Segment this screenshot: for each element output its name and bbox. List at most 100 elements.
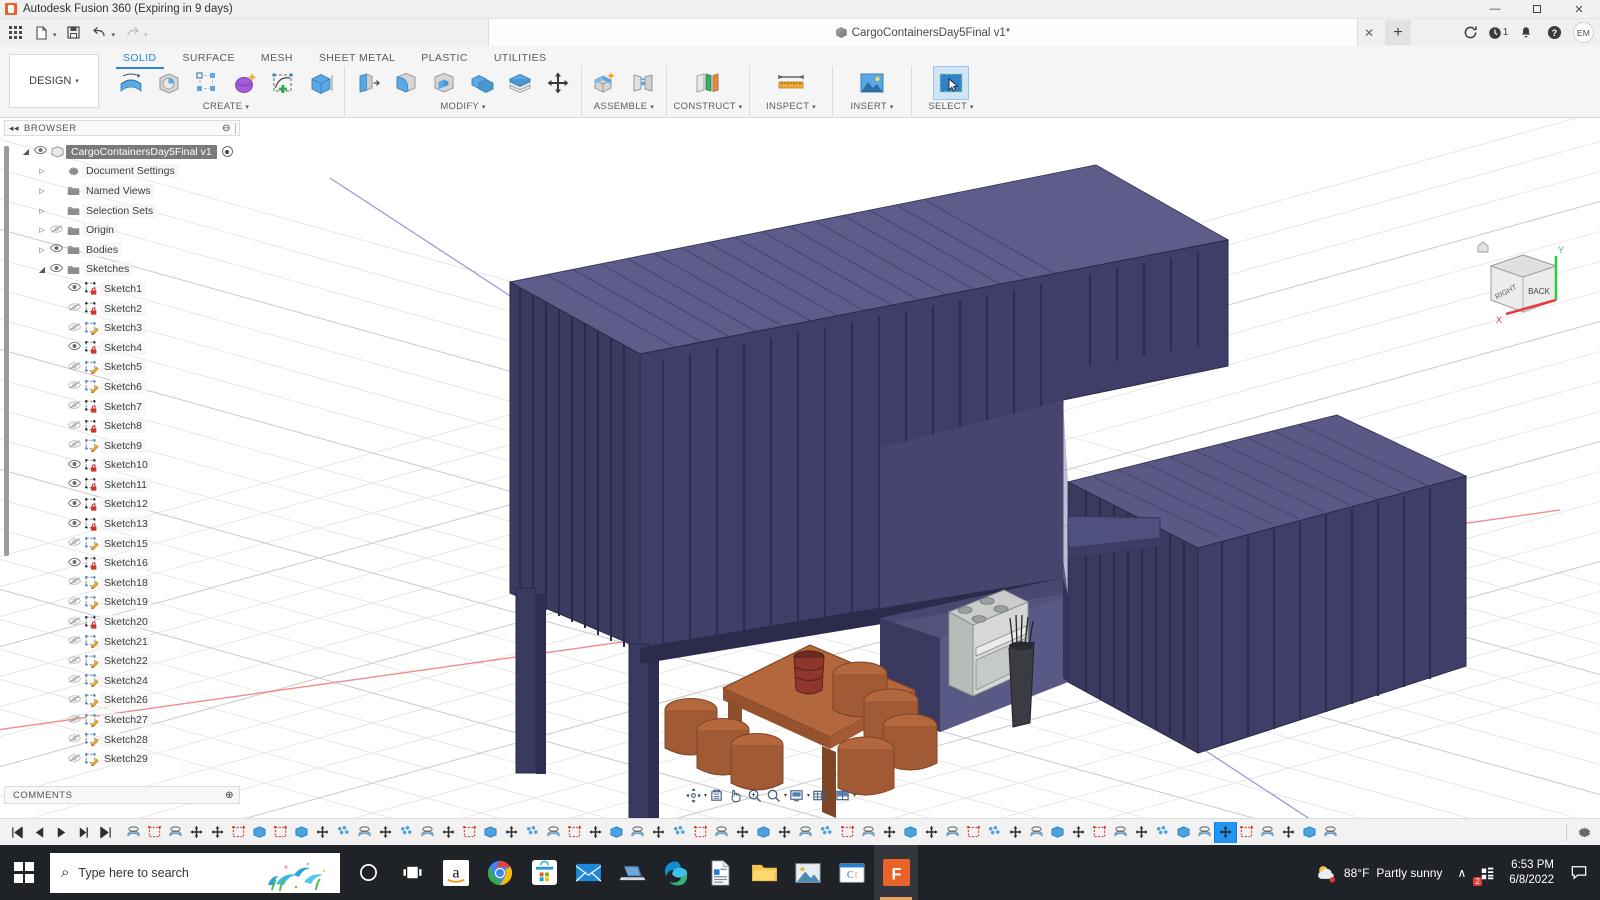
timeline-feature-node[interactable]	[774, 822, 795, 843]
timeline-go-start-icon[interactable]	[11, 826, 24, 839]
timeline-feature-node[interactable]	[795, 822, 816, 843]
browser-group-sketches[interactable]: ◢ Sketches	[6, 260, 246, 280]
create-box-icon[interactable]	[304, 67, 338, 99]
timeline-feature-node[interactable]	[354, 822, 375, 843]
timeline-feature-node[interactable]	[1236, 822, 1257, 843]
minimize-button[interactable]: —	[1474, 0, 1516, 19]
app-grid-icon[interactable]	[4, 22, 26, 44]
browser-sketch-item[interactable]: Sketch13	[6, 514, 246, 534]
timeline-feature-node[interactable]	[333, 822, 354, 843]
timeline-feature-node[interactable]	[186, 822, 207, 843]
joint-icon[interactable]	[626, 67, 660, 99]
timeline-feature-node[interactable]	[879, 822, 900, 843]
group-expand-caret-icon[interactable]: ▷	[36, 207, 48, 215]
sketch-visibility-icon[interactable]	[66, 674, 83, 687]
timeline-feature-node[interactable]	[1089, 822, 1110, 843]
browser-sketch-item[interactable]: Sketch19	[6, 593, 246, 613]
timeline-feature-node[interactable]	[1026, 822, 1047, 843]
document-tab[interactable]: CargoContainersDay5Final v1*	[488, 19, 1358, 46]
timeline-feature-node[interactable]	[1131, 822, 1152, 843]
sketch-visibility-icon[interactable]	[66, 361, 83, 374]
sketch-visibility-icon[interactable]	[66, 518, 83, 531]
browser-sketch-item[interactable]: Sketch8	[6, 416, 246, 436]
timeline-feature-node[interactable]	[144, 822, 165, 843]
form-icon[interactable]	[228, 67, 262, 99]
document-tab-close-icon[interactable]: ✕	[1362, 26, 1376, 40]
browser-sketch-item[interactable]: Sketch10	[6, 456, 246, 476]
browser-sketch-item[interactable]: Sketch29	[6, 749, 246, 769]
panel-inspect-caret-icon[interactable]: ▾	[812, 104, 816, 111]
timeline-play-icon[interactable]	[55, 826, 68, 839]
sketch-visibility-icon[interactable]	[66, 341, 83, 354]
sketch-visibility-icon[interactable]	[66, 459, 83, 472]
panel-insert-caret-icon[interactable]: ▾	[890, 104, 894, 111]
sketch-visibility-icon[interactable]	[66, 616, 83, 629]
cortana-icon[interactable]	[346, 845, 390, 900]
job-status-icon[interactable]	[1457, 21, 1483, 45]
timeline-feature-node[interactable]	[1215, 822, 1236, 843]
timeline-feature-node[interactable]	[585, 822, 606, 843]
shell-icon[interactable]	[427, 67, 461, 99]
browser-sketch-item[interactable]: Sketch28	[6, 730, 246, 750]
timeline-feature-node[interactable]	[1257, 822, 1278, 843]
sketch-visibility-icon[interactable]	[66, 400, 83, 413]
browser-sketch-item[interactable]: Sketch2	[6, 299, 246, 319]
new-tab-button[interactable]: +	[1385, 20, 1411, 45]
comments-add-icon[interactable]: ⊕	[225, 790, 234, 801]
browser-options-icon[interactable]: ⊖	[222, 123, 231, 134]
insert-image-icon[interactable]	[855, 67, 889, 99]
sketch-visibility-icon[interactable]	[66, 478, 83, 491]
group-expand-caret-icon[interactable]: ▷	[36, 167, 48, 175]
undo-caret[interactable]: ▾	[112, 26, 116, 39]
browser-root-node[interactable]: ◢ CargoContainersDay5Final v1	[6, 142, 246, 162]
timeline-feature-node[interactable]	[228, 822, 249, 843]
panel-assemble-caret-icon[interactable]: ▾	[650, 104, 654, 111]
browser-sketch-item[interactable]: Sketch11	[6, 475, 246, 495]
file-explorer-icon[interactable]	[742, 845, 786, 900]
timeline-feature-node[interactable]	[249, 822, 270, 843]
group-visibility-icon[interactable]	[48, 263, 65, 276]
timeline-feature-node[interactable]	[984, 822, 1005, 843]
timeline-feature-node[interactable]	[1299, 822, 1320, 843]
timeline-feature-node[interactable]	[753, 822, 774, 843]
browser-sketch-item[interactable]: Sketch15	[6, 534, 246, 554]
timeline-feature-node[interactable]	[1068, 822, 1089, 843]
browser-sketch-item[interactable]: Sketch9	[6, 436, 246, 456]
extrude-icon[interactable]	[114, 67, 148, 99]
panel-select-label[interactable]: SELECT	[928, 101, 967, 112]
workspace-switcher[interactable]: DESIGN ▾	[9, 54, 99, 108]
timeline-settings-gear-icon[interactable]	[1577, 825, 1592, 840]
sketch-visibility-icon[interactable]	[66, 380, 83, 393]
timeline-feature-node[interactable]	[627, 822, 648, 843]
timeline-feature-node[interactable]	[564, 822, 585, 843]
browser-sketch-item[interactable]: Sketch12	[6, 495, 246, 515]
viewports-caret-icon[interactable]: ▾	[853, 792, 856, 799]
browser-sketch-item[interactable]: Sketch7	[6, 397, 246, 417]
fillet-icon[interactable]	[389, 67, 423, 99]
timeline-feature-node[interactable]	[942, 822, 963, 843]
recent-activity-icon[interactable]: 1	[1485, 21, 1511, 45]
save-icon[interactable]	[63, 22, 85, 44]
amazon-icon[interactable]: a	[434, 845, 478, 900]
timeline-feature-node[interactable]	[690, 822, 711, 843]
root-visibility-icon[interactable]	[32, 145, 49, 158]
timeline-feature-node[interactable]	[921, 822, 942, 843]
sketch-visibility-icon[interactable]	[66, 537, 83, 550]
browser-sketch-item[interactable]: Sketch4	[6, 338, 246, 358]
browser-sketch-item[interactable]: Sketch1	[6, 279, 246, 299]
browser-sketch-item[interactable]: Sketch16	[6, 553, 246, 573]
panel-create-caret-icon[interactable]: ▾	[245, 104, 249, 111]
offset-plane-icon[interactable]	[691, 67, 725, 99]
timeline-feature-node[interactable]	[312, 822, 333, 843]
browser-group-document-settings[interactable]: ▷ Document Settings	[6, 162, 246, 182]
timeline-feature-node[interactable]	[417, 822, 438, 843]
panel-modify-label[interactable]: MODIFY	[440, 101, 479, 112]
viewports-icon[interactable]	[833, 786, 852, 805]
press-pull-icon[interactable]	[351, 67, 385, 99]
timeline-feature-node[interactable]	[1278, 822, 1299, 843]
calendar-icon[interactable]: Ct	[830, 845, 874, 900]
timeline-feature-node[interactable]	[1005, 822, 1026, 843]
timeline-step-back-icon[interactable]	[33, 826, 46, 839]
browser-group-selection-sets[interactable]: ▷ Selection Sets	[6, 201, 246, 221]
sketch-visibility-icon[interactable]	[66, 420, 83, 433]
